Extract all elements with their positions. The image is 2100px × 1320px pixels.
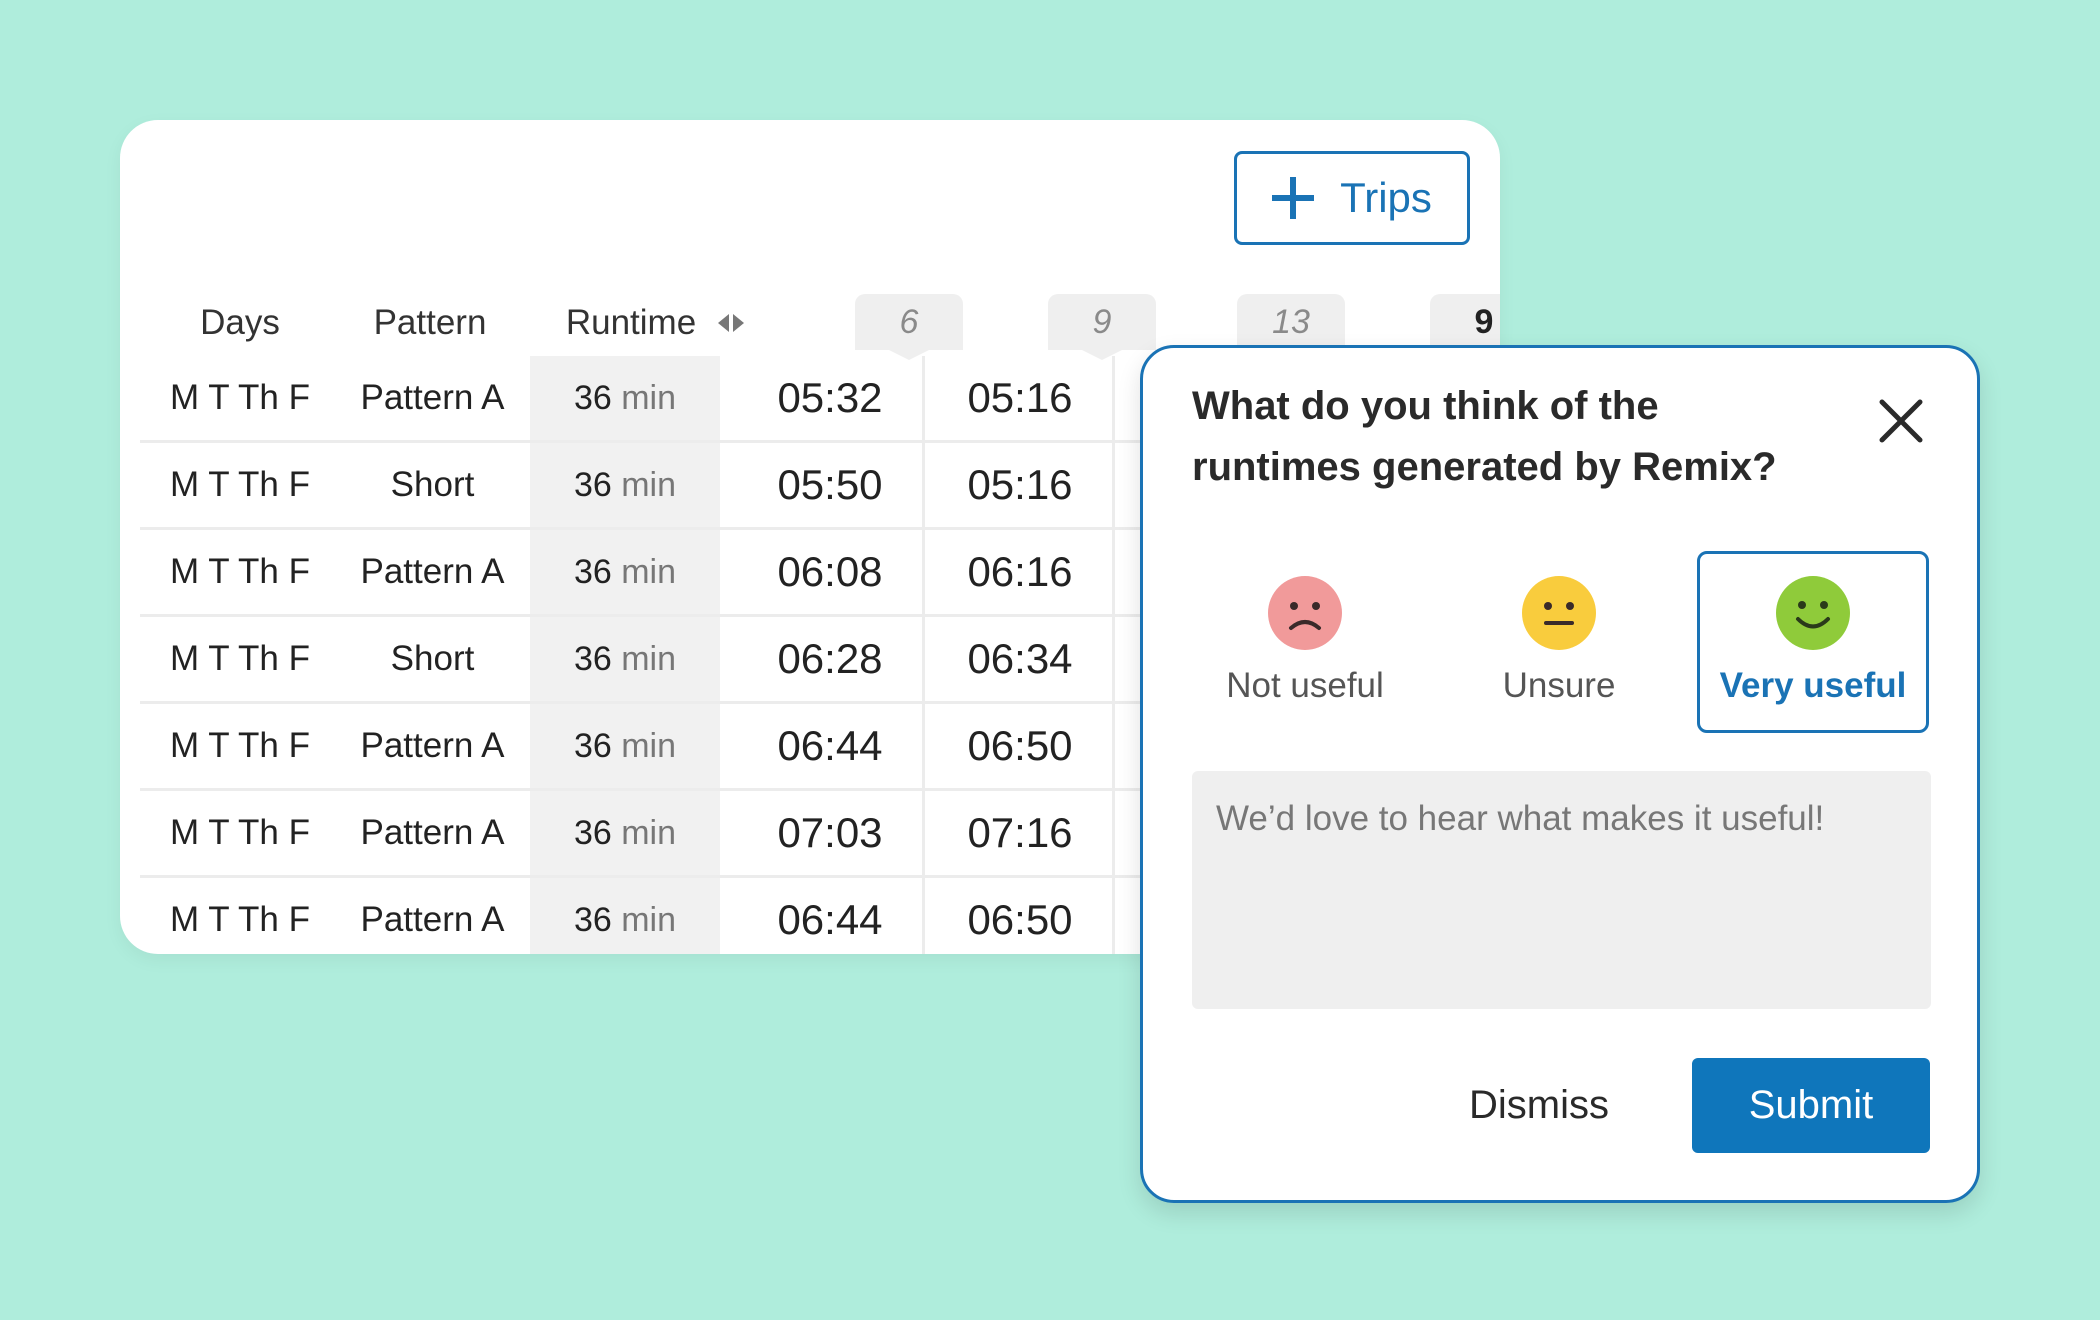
rating-option-label: Unsure <box>1502 666 1616 705</box>
pattern-cell: Pattern A <box>360 813 505 852</box>
trip-column-tab[interactable]: 13 <box>1237 294 1345 360</box>
column-divider <box>1112 617 1115 704</box>
close-icon <box>1879 399 1923 443</box>
sort-arrows-icon[interactable] <box>718 314 745 332</box>
dialog-title-line-2: runtimes generated by Remix? <box>1192 445 1777 489</box>
days-cell: M T Th F <box>169 378 311 417</box>
stage: Trips Days Pattern Runtime 6 9 13 9 M T … <box>0 0 2100 1320</box>
frown-face-icon <box>1268 576 1342 650</box>
days-cell: M T Th F <box>169 552 311 591</box>
runtime-cell[interactable]: 36 min <box>530 356 720 440</box>
rating-option-label: Not useful <box>1226 666 1384 705</box>
neutral-face-icon <box>1522 576 1596 650</box>
add-trips-label: Trips <box>1340 174 1432 221</box>
plus-icon <box>1272 177 1315 219</box>
rating-option-unsure[interactable]: Unsure <box>1443 551 1675 733</box>
runtime-cell[interactable]: 36 min <box>530 443 720 527</box>
rating-option-not-useful[interactable]: Not useful <box>1189 551 1421 733</box>
runtime-value: 36 <box>573 466 612 504</box>
time-cell[interactable]: 07:03 <box>740 791 920 875</box>
column-divider <box>922 791 925 878</box>
days-cell: M T Th F <box>169 726 311 765</box>
close-button[interactable] <box>1876 396 1926 446</box>
runtime-unit: min <box>621 379 677 417</box>
add-trips-button[interactable]: Trips <box>1234 151 1470 245</box>
arrow-right-icon <box>733 314 745 332</box>
feedback-dialog: What do you think of the runtimes genera… <box>1140 345 1980 1203</box>
days-cell: M T Th F <box>169 639 311 678</box>
runtime-cell[interactable]: 36 min <box>530 704 720 788</box>
pattern-cell: Pattern A <box>360 552 505 591</box>
pattern-cell: Pattern A <box>360 378 505 417</box>
days-cell: M T Th F <box>169 900 311 939</box>
time-cell[interactable]: 06:44 <box>740 878 920 954</box>
smile-face-icon <box>1776 576 1850 650</box>
time-cell[interactable]: 05:16 <box>930 443 1110 527</box>
column-divider <box>922 356 925 443</box>
column-divider <box>922 617 925 704</box>
column-divider <box>922 530 925 617</box>
pattern-cell: Short <box>390 639 475 678</box>
runtime-cell[interactable]: 36 min <box>530 878 720 954</box>
pattern-cell: Pattern A <box>360 726 505 765</box>
runtime-cell[interactable]: 36 min <box>530 530 720 614</box>
time-cell[interactable]: 06:50 <box>930 704 1110 788</box>
rating-option-very-useful[interactable]: Very useful <box>1697 551 1929 733</box>
time-cell[interactable]: 06:50 <box>930 878 1110 954</box>
column-header-days[interactable]: Days <box>160 298 320 348</box>
runtime-header-label: Runtime <box>565 303 697 342</box>
runtime-value: 36 <box>573 553 612 591</box>
column-divider <box>1112 356 1115 443</box>
runtime-cell[interactable]: 36 min <box>530 617 720 701</box>
runtime-unit: min <box>621 553 677 591</box>
runtime-unit: min <box>621 640 677 678</box>
column-divider <box>1112 704 1115 791</box>
runtime-value: 36 <box>573 640 612 678</box>
time-cell[interactable]: 07:16 <box>930 791 1110 875</box>
arrow-left-icon <box>718 314 730 332</box>
column-header-pattern[interactable]: Pattern <box>330 298 530 348</box>
column-divider <box>1112 791 1115 878</box>
runtime-value: 36 <box>573 814 612 852</box>
time-cell[interactable]: 06:34 <box>930 617 1110 701</box>
column-divider <box>1112 443 1115 530</box>
column-divider <box>922 878 925 954</box>
dialog-title: What do you think of the runtimes genera… <box>1192 376 1852 498</box>
time-cell[interactable]: 06:44 <box>740 704 920 788</box>
runtime-unit: min <box>621 727 677 765</box>
submit-button[interactable]: Submit <box>1692 1058 1930 1153</box>
dialog-title-line-1: What do you think of the <box>1192 384 1659 428</box>
column-divider <box>922 443 925 530</box>
trip-column-tab[interactable]: 6 <box>855 294 963 360</box>
runtime-unit: min <box>621 466 677 504</box>
time-cell[interactable]: 06:08 <box>740 530 920 614</box>
trip-column-tab-active[interactable]: 9 <box>1430 294 1500 360</box>
time-cell[interactable]: 06:28 <box>740 617 920 701</box>
column-divider <box>1112 878 1115 954</box>
runtime-value: 36 <box>573 379 612 417</box>
runtime-value: 36 <box>573 901 612 939</box>
days-cell: M T Th F <box>169 465 311 504</box>
pattern-cell: Pattern A <box>360 900 505 939</box>
time-cell[interactable]: 05:16 <box>930 356 1110 440</box>
column-header-runtime[interactable]: Runtime <box>535 298 775 348</box>
rating-option-label: Very useful <box>1719 666 1907 705</box>
runtime-cell[interactable]: 36 min <box>530 791 720 875</box>
time-cell[interactable]: 05:32 <box>740 356 920 440</box>
runtime-unit: min <box>621 814 677 852</box>
pattern-cell: Short <box>390 465 475 504</box>
feedback-comment-field[interactable] <box>1192 771 1931 1009</box>
runtime-value: 36 <box>573 727 612 765</box>
trip-column-tab[interactable]: 9 <box>1048 294 1156 360</box>
days-cell: M T Th F <box>169 813 311 852</box>
time-cell[interactable]: 05:50 <box>740 443 920 527</box>
column-divider <box>922 704 925 791</box>
runtime-unit: min <box>621 901 677 939</box>
time-cell[interactable]: 06:16 <box>930 530 1110 614</box>
dismiss-button[interactable]: Dismiss <box>1439 1058 1639 1153</box>
column-divider <box>1112 530 1115 617</box>
